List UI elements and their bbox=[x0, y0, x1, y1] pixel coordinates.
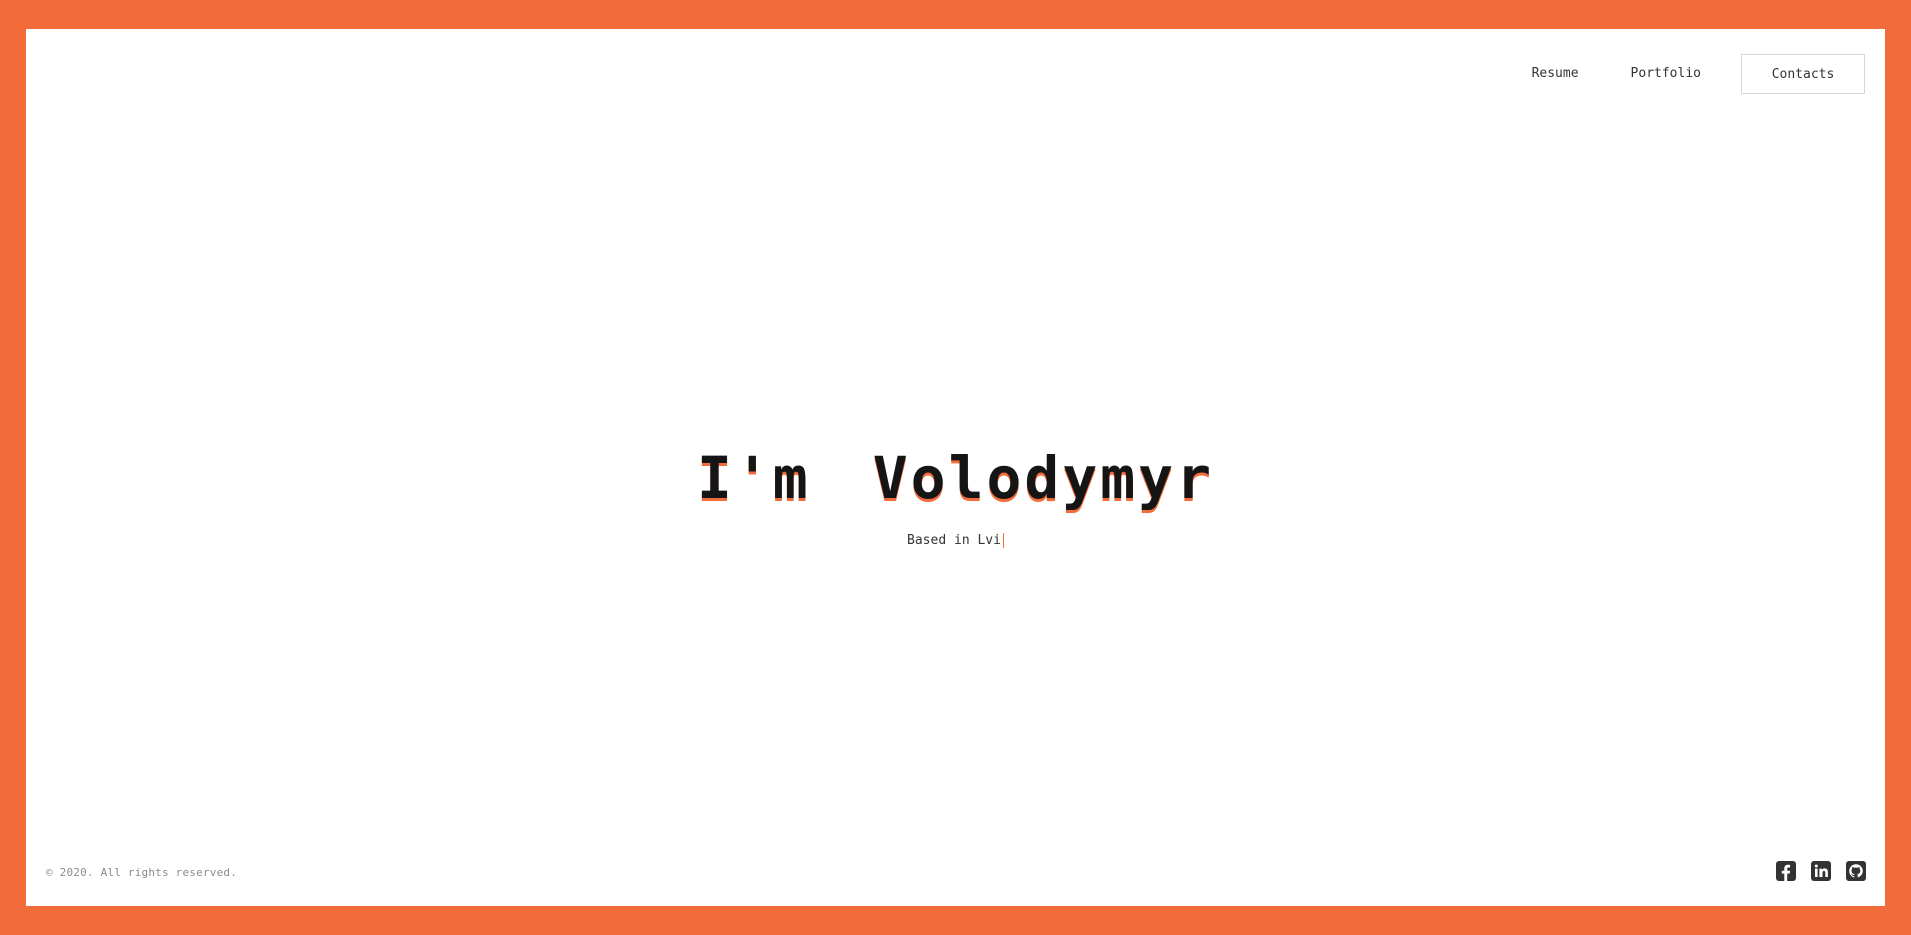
typing-caret bbox=[1002, 533, 1004, 548]
hero-section: I'm Volodymyr Based in Lvi bbox=[26, 449, 1885, 549]
social-links bbox=[1776, 861, 1866, 881]
nav-portfolio-link[interactable]: Portfolio bbox=[1619, 54, 1713, 94]
linkedin-icon[interactable] bbox=[1811, 861, 1831, 881]
hero-title-greeting: I'm bbox=[696, 444, 811, 512]
hero-subtitle: Based in Lvi bbox=[907, 533, 1004, 548]
contacts-button[interactable]: Contacts bbox=[1741, 54, 1865, 94]
hero-subtitle-text: Based in Lvi bbox=[907, 533, 1001, 548]
hero-title-name: Volodymyr bbox=[872, 444, 1215, 512]
copyright-text: © 2020. All rights reserved. bbox=[46, 866, 238, 879]
facebook-icon[interactable] bbox=[1776, 861, 1796, 881]
page-frame: Resume Portfolio Contacts I'm Volodymyr … bbox=[26, 29, 1885, 906]
nav-resume-link[interactable]: Resume bbox=[1520, 54, 1591, 94]
github-icon[interactable] bbox=[1846, 861, 1866, 881]
top-navigation: Resume Portfolio Contacts bbox=[1520, 54, 1865, 94]
hero-title: I'm Volodymyr bbox=[697, 449, 1214, 507]
